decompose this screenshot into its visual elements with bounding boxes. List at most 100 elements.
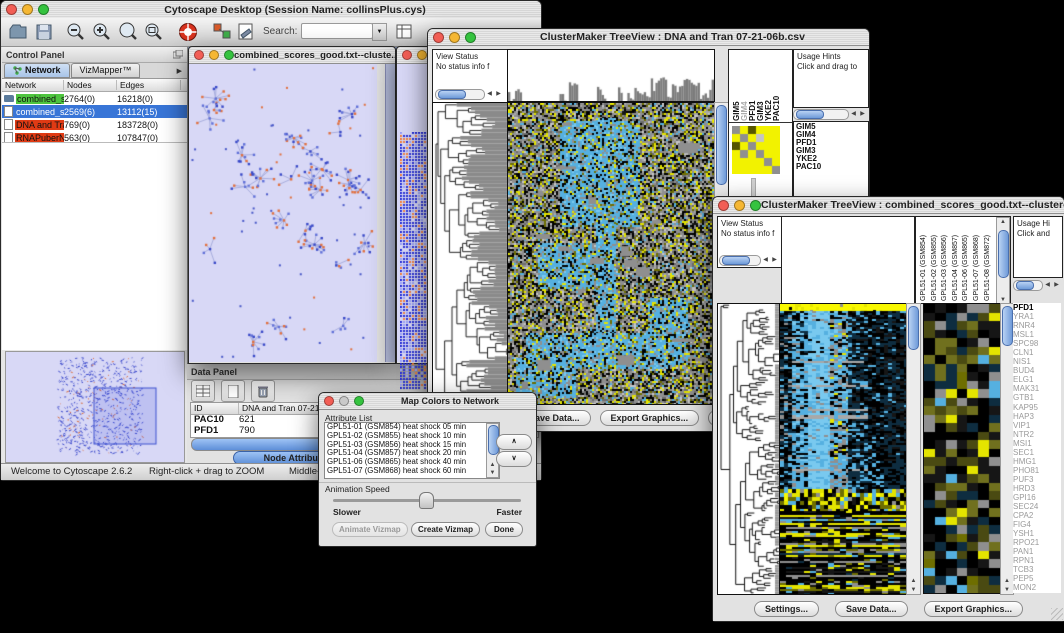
- gene-label[interactable]: YRA1: [1013, 312, 1061, 321]
- attribute-browser-icon[interactable]: [393, 21, 415, 43]
- new-attribute-icon[interactable]: [221, 380, 245, 402]
- condition-label[interactable]: PAC10: [772, 51, 780, 121]
- treeview1-titlebar[interactable]: ClusterMaker TreeView : DNA and Tran 07-…: [428, 29, 869, 46]
- gene-label[interactable]: SEC1: [1013, 448, 1061, 457]
- search-dropdown-icon[interactable]: ▼: [372, 23, 387, 41]
- condition-label[interactable]: GPL51-04 (GSM857): [952, 219, 963, 301]
- gene-label[interactable]: SPC98: [1013, 339, 1061, 348]
- tv1-column-dendrogram[interactable]: [507, 49, 715, 102]
- minimize-icon[interactable]: [449, 32, 460, 43]
- gene-label[interactable]: VIP1: [1013, 421, 1061, 430]
- gene-label[interactable]: RNR4: [1013, 321, 1061, 330]
- move-up-button[interactable]: ∧: [496, 434, 532, 450]
- save-icon[interactable]: [33, 21, 55, 43]
- condition-label[interactable]: GIM4: [740, 51, 748, 121]
- condition-label[interactable]: GPL51-03 (GSM856): [941, 219, 952, 301]
- minimize-icon[interactable]: [339, 396, 349, 406]
- gene-label[interactable]: GPI16: [1013, 493, 1061, 502]
- treeview2-titlebar[interactable]: ClusterMaker TreeView : combined_scores_…: [713, 197, 1064, 214]
- gene-label[interactable]: PUF3: [1013, 475, 1061, 484]
- gene-label[interactable]: PAC10: [796, 163, 866, 171]
- gene-label[interactable]: MSI1: [1013, 439, 1061, 448]
- condition-label[interactable]: GPL51-01 (GSM854): [920, 219, 931, 301]
- condition-label[interactable]: GIM5: [732, 51, 740, 121]
- close-icon[interactable]: [6, 4, 17, 15]
- animation-slider-thumb[interactable]: [419, 492, 434, 509]
- gene-label[interactable]: PFD1: [1013, 303, 1061, 312]
- network-row[interactable]: combined_scores 2764(0) 16218(0): [2, 92, 187, 105]
- tv1-zoom-heatmap[interactable]: [732, 126, 780, 174]
- close-icon[interactable]: [718, 200, 729, 211]
- tv2-column-dendrogram[interactable]: [781, 216, 915, 304]
- gene-label[interactable]: KAP95: [1013, 403, 1061, 412]
- treeview-button[interactable]: Save Data...: [835, 601, 908, 617]
- gene-label[interactable]: MON2: [1013, 583, 1061, 592]
- zoom-selected-region-icon[interactable]: [117, 21, 139, 43]
- resize-grip[interactable]: [1051, 608, 1063, 620]
- condition-label[interactable]: GPL51-07 (GSM868): [973, 219, 984, 301]
- zoom-window-icon[interactable]: [38, 4, 49, 15]
- tv2-col-labels-vscrollbar[interactable]: ▲ ▼: [996, 217, 1010, 304]
- gene-label[interactable]: HAP3: [1013, 412, 1061, 421]
- gene-label[interactable]: NTR2: [1013, 430, 1061, 439]
- id-column-header[interactable]: ID: [191, 403, 239, 414]
- condition-label[interactable]: GPL51-08 (GSM872): [984, 219, 995, 301]
- open-file-icon[interactable]: [7, 21, 29, 43]
- condition-label[interactable]: GPL51-06 (GSM865): [962, 219, 973, 301]
- help-lifering-icon[interactable]: [177, 21, 199, 43]
- float-panel-icon[interactable]: [173, 50, 183, 59]
- animate-vizmap-button[interactable]: Animate Vizmap: [332, 522, 408, 537]
- tv2-row-dendrogram[interactable]: [717, 303, 781, 595]
- create-vizmap-button[interactable]: Create Vizmap: [411, 522, 480, 537]
- gene-label[interactable]: SEC24: [1013, 502, 1061, 511]
- condition-label[interactable]: GPL51-02 (GSM855): [931, 219, 942, 301]
- zoom-fit-icon[interactable]: [143, 21, 165, 43]
- network-view-canvas[interactable]: [189, 64, 377, 362]
- gene-label[interactable]: GTB1: [1013, 393, 1061, 402]
- network-row[interactable]: DNA and Tran 07 769(0) 183728(0): [2, 118, 187, 131]
- condition-label[interactable]: GIM3: [756, 51, 764, 121]
- gene-label[interactable]: CLN1: [1013, 348, 1061, 357]
- gene-label[interactable]: NIS1: [1013, 357, 1061, 366]
- gene-label[interactable]: HMG1: [1013, 457, 1061, 466]
- column-header[interactable]: Edges: [117, 80, 181, 90]
- gene-label[interactable]: RPN1: [1013, 556, 1061, 565]
- gene-label[interactable]: MAK31: [1013, 384, 1061, 393]
- vizmapper-icon[interactable]: [211, 21, 233, 43]
- tab-overflow-icon[interactable]: ▶: [172, 67, 187, 75]
- gene-label[interactable]: BUD4: [1013, 366, 1061, 375]
- move-down-button[interactable]: ∨: [496, 451, 532, 467]
- treeview-button[interactable]: Export Graphics...: [924, 601, 1024, 617]
- zoom-window-icon[interactable]: [224, 50, 234, 60]
- tv1-usage-hscrollbar[interactable]: ◀▶: [793, 108, 867, 120]
- gene-label[interactable]: CPA2: [1013, 511, 1061, 520]
- gene-label[interactable]: RPO21: [1013, 538, 1061, 547]
- tv1-heatmap-canvas[interactable]: [507, 102, 715, 405]
- gene-label[interactable]: MSL1: [1013, 330, 1061, 339]
- close-icon[interactable]: [324, 396, 334, 406]
- attribute-item[interactable]: GPL51-07 (GSM868) heat shock 60 min: [325, 467, 499, 476]
- close-icon[interactable]: [433, 32, 444, 43]
- condition-label[interactable]: YKE2: [764, 51, 772, 121]
- zoom-window-icon[interactable]: [750, 200, 761, 211]
- table-mode-icon[interactable]: [191, 380, 215, 402]
- network-overview-canvas[interactable]: [6, 352, 182, 460]
- main-titlebar[interactable]: Cytoscape Desktop (Session Name: collins…: [1, 1, 541, 19]
- tv2-heatmap-vscrollbar[interactable]: ▲ ▼: [906, 303, 921, 595]
- done-button[interactable]: Done: [485, 522, 523, 537]
- zoom-window-icon[interactable]: [465, 32, 476, 43]
- search-input[interactable]: [301, 23, 373, 39]
- tv2-zoom-heatmap[interactable]: [923, 303, 1001, 594]
- treeview-button[interactable]: Export Graphics...: [600, 410, 700, 426]
- tv2-status-hscrollbar[interactable]: ◀▶: [719, 254, 779, 266]
- gene-label[interactable]: HRD3: [1013, 484, 1061, 493]
- gene-label[interactable]: FIG4: [1013, 520, 1061, 529]
- network-overview-panel[interactable]: [5, 351, 185, 463]
- gene-label[interactable]: ELG1: [1013, 375, 1061, 384]
- tv2-usage-hscrollbar[interactable]: ◀▶: [1013, 279, 1061, 291]
- minimize-icon[interactable]: [22, 4, 33, 15]
- delete-attribute-trash-icon[interactable]: [251, 380, 275, 402]
- column-header[interactable]: Nodes: [64, 80, 117, 90]
- zoom-out-icon[interactable]: [65, 21, 87, 43]
- tv2-heatmap-canvas[interactable]: [779, 303, 907, 595]
